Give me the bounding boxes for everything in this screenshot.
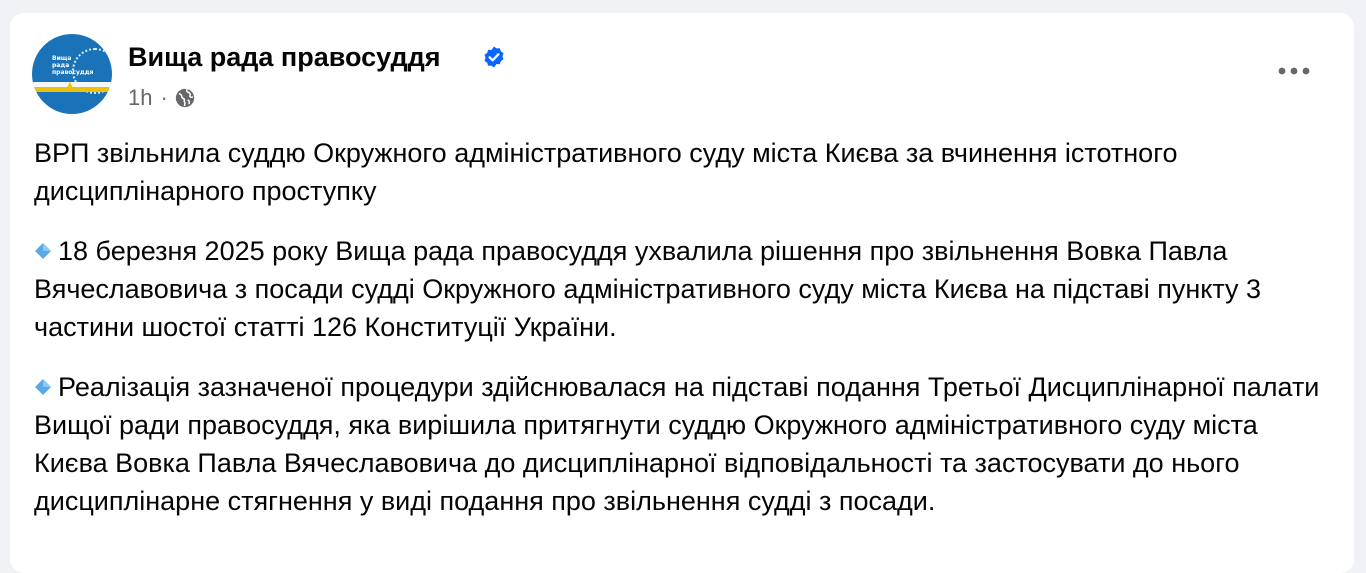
post-text: ВРП звільнила суддю Окружного адміністра… — [34, 134, 1330, 542]
globe-icon[interactable] — [174, 87, 196, 109]
page-name-link[interactable]: Вища рада правосуддя — [128, 39, 440, 75]
decision-text: 18 березня 2025 року Вища рада правосудд… — [34, 236, 1262, 342]
post-paragraph-decision: 18 березня 2025 року Вища рада правосудд… — [34, 232, 1330, 346]
post-timestamp[interactable]: 1h — [128, 85, 152, 111]
post-paragraph-procedure: Реалізація зазначеної процедури здійснюв… — [34, 368, 1330, 520]
trident-icon: ▲ — [65, 79, 75, 89]
post-paragraph-headline: ВРП звільнила суддю Окружного адміністра… — [34, 138, 1178, 206]
procedure-text: Реалізація зазначеної процедури здійснюв… — [34, 372, 1320, 516]
verified-badge-icon — [484, 46, 504, 68]
post-card: Вища рада правосуддя ▲ Вища рада правосу… — [10, 13, 1354, 573]
blue-diamond-icon — [35, 379, 51, 395]
more-options-button[interactable] — [1272, 51, 1316, 91]
blue-diamond-icon — [35, 243, 51, 259]
page-avatar[interactable]: Вища рада правосуддя ▲ — [32, 34, 112, 114]
post-meta: 1h · — [128, 83, 196, 113]
meta-separator: · — [160, 85, 168, 110]
more-options-icon — [1278, 67, 1310, 75]
